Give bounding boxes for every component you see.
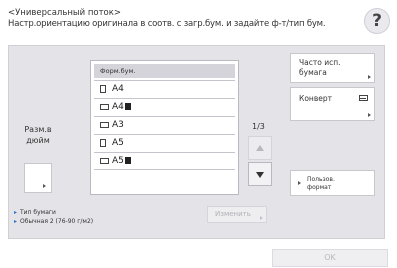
paper-type-info: ▸ Тип бумаги ▸ Обычная 2 (76-90 г/м2)	[14, 208, 93, 226]
frequent-paper-button[interactable]: Часто исп. бумага	[290, 53, 375, 83]
list-item-label: A5	[112, 156, 124, 166]
landscape-paper-icon	[100, 122, 109, 128]
paper-type-value: Обычная 2 (76-90 г/м2)	[20, 218, 94, 225]
paper-type-label: Тип бумаги	[20, 209, 56, 216]
envelope-icon	[359, 95, 368, 101]
landscape-paper-icon	[100, 104, 109, 110]
list-item-label: A4	[112, 84, 124, 94]
chevron-right-icon	[260, 216, 263, 220]
list-item-a4-portrait[interactable]: A4	[94, 80, 235, 98]
r-badge-icon	[124, 103, 131, 110]
chevron-right-icon	[43, 184, 46, 188]
list-item-a4-landscape[interactable]: A4	[94, 98, 235, 116]
portrait-paper-icon	[100, 139, 106, 147]
bullet-icon: ▸	[14, 209, 18, 216]
paper-list-header: Форм.бум.	[94, 64, 235, 78]
chevron-right-icon	[368, 75, 371, 79]
bullet-icon: ▸	[14, 218, 18, 225]
landscape-paper-icon	[100, 158, 109, 164]
list-item-a5-landscape[interactable]: A5	[94, 152, 235, 170]
instruction-text: Настр.ориентацию оригинала в соотв. с за…	[8, 19, 326, 29]
portrait-paper-icon	[100, 85, 106, 93]
r-badge-icon	[124, 157, 131, 164]
list-item-label: A5	[112, 138, 124, 148]
list-item-label: A3	[112, 120, 124, 130]
screen-title: <Универсальный поток>	[8, 8, 122, 18]
inch-size-label: Разм.в дюйм	[24, 125, 52, 145]
edit-button[interactable]: Изменить	[207, 206, 267, 223]
envelope-label: Конверт	[299, 94, 332, 103]
arrow-up-icon	[256, 145, 264, 151]
custom-size-button[interactable]: Пользов. формат	[290, 170, 375, 196]
scroll-down-button[interactable]	[248, 162, 272, 186]
page-counter: 1/3	[252, 122, 265, 131]
help-button[interactable]: ?	[364, 8, 390, 34]
frequent-paper-label: Часто исп. бумага	[299, 58, 341, 77]
help-icon: ?	[372, 11, 382, 31]
arrow-down-icon	[256, 172, 264, 178]
envelope-button[interactable]: Конверт	[290, 87, 375, 121]
list-item-a5-portrait[interactable]: A5	[94, 134, 235, 152]
edit-label: Изменить	[215, 210, 251, 218]
inch-size-button[interactable]	[24, 163, 52, 193]
custom-size-label: Пользов. формат	[307, 176, 335, 191]
chevron-right-icon	[368, 113, 371, 117]
chevron-right-icon	[298, 181, 301, 185]
scroll-up-button[interactable]	[248, 136, 272, 160]
list-item-label: A4	[112, 102, 124, 112]
list-item-a3[interactable]: A3	[94, 116, 235, 134]
ok-button[interactable]: OK	[272, 249, 388, 267]
